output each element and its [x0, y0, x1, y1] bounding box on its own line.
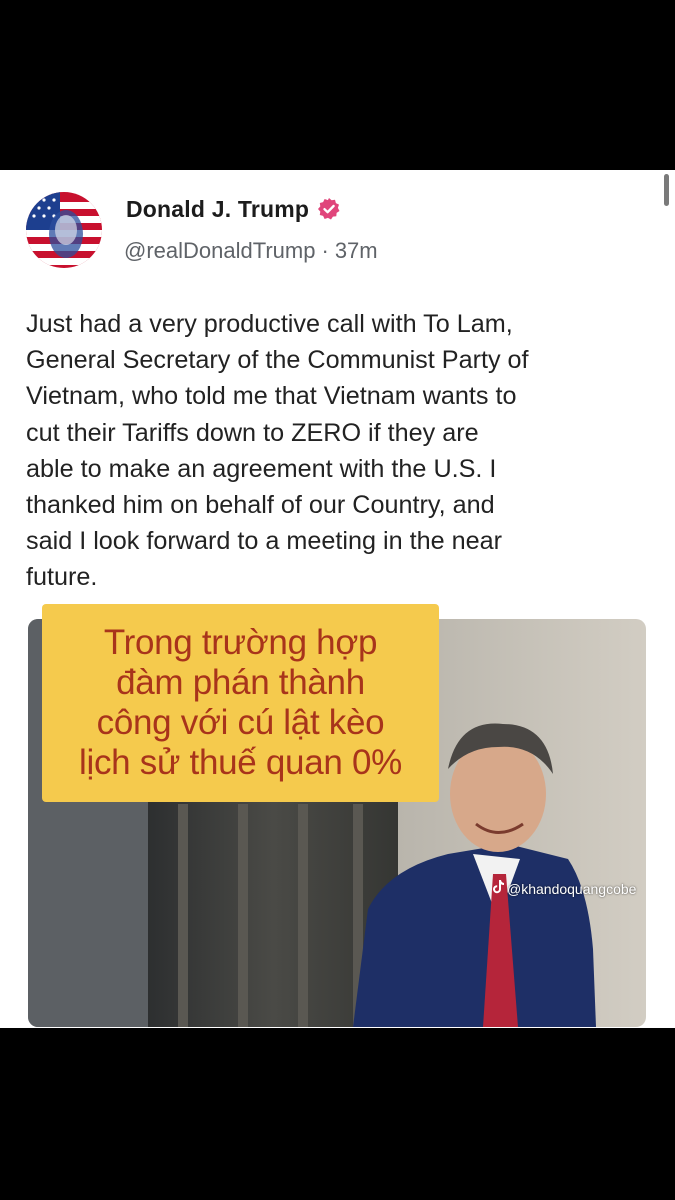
caption-overlay: Trong trường hợp đàm phán thành công với… [42, 604, 439, 802]
tiktok-watermark: @khandoquangcobe [492, 880, 636, 897]
scrollbar[interactable] [664, 174, 669, 206]
post-text: Just had a very productive call with To … [26, 310, 529, 592]
author-handle[interactable]: @realDonaldTrump [124, 238, 315, 264]
avatar[interactable] [26, 192, 102, 268]
post-card: Donald J. Trump @realDonaldTrump · 37m J… [0, 170, 675, 1028]
post-time[interactable]: 37m [335, 238, 378, 264]
meta-separator: · [321, 238, 329, 263]
caption-text: Trong trường hợp đàm phán thành công với… [79, 623, 402, 782]
watermark-handle: @khandoquangcobe [507, 880, 637, 897]
verified-badge-icon [317, 197, 341, 221]
post-meta: @realDonaldTrump · 37m [124, 238, 378, 264]
tiktok-icon [492, 880, 505, 897]
author-name[interactable]: Donald J. Trump [126, 196, 309, 223]
